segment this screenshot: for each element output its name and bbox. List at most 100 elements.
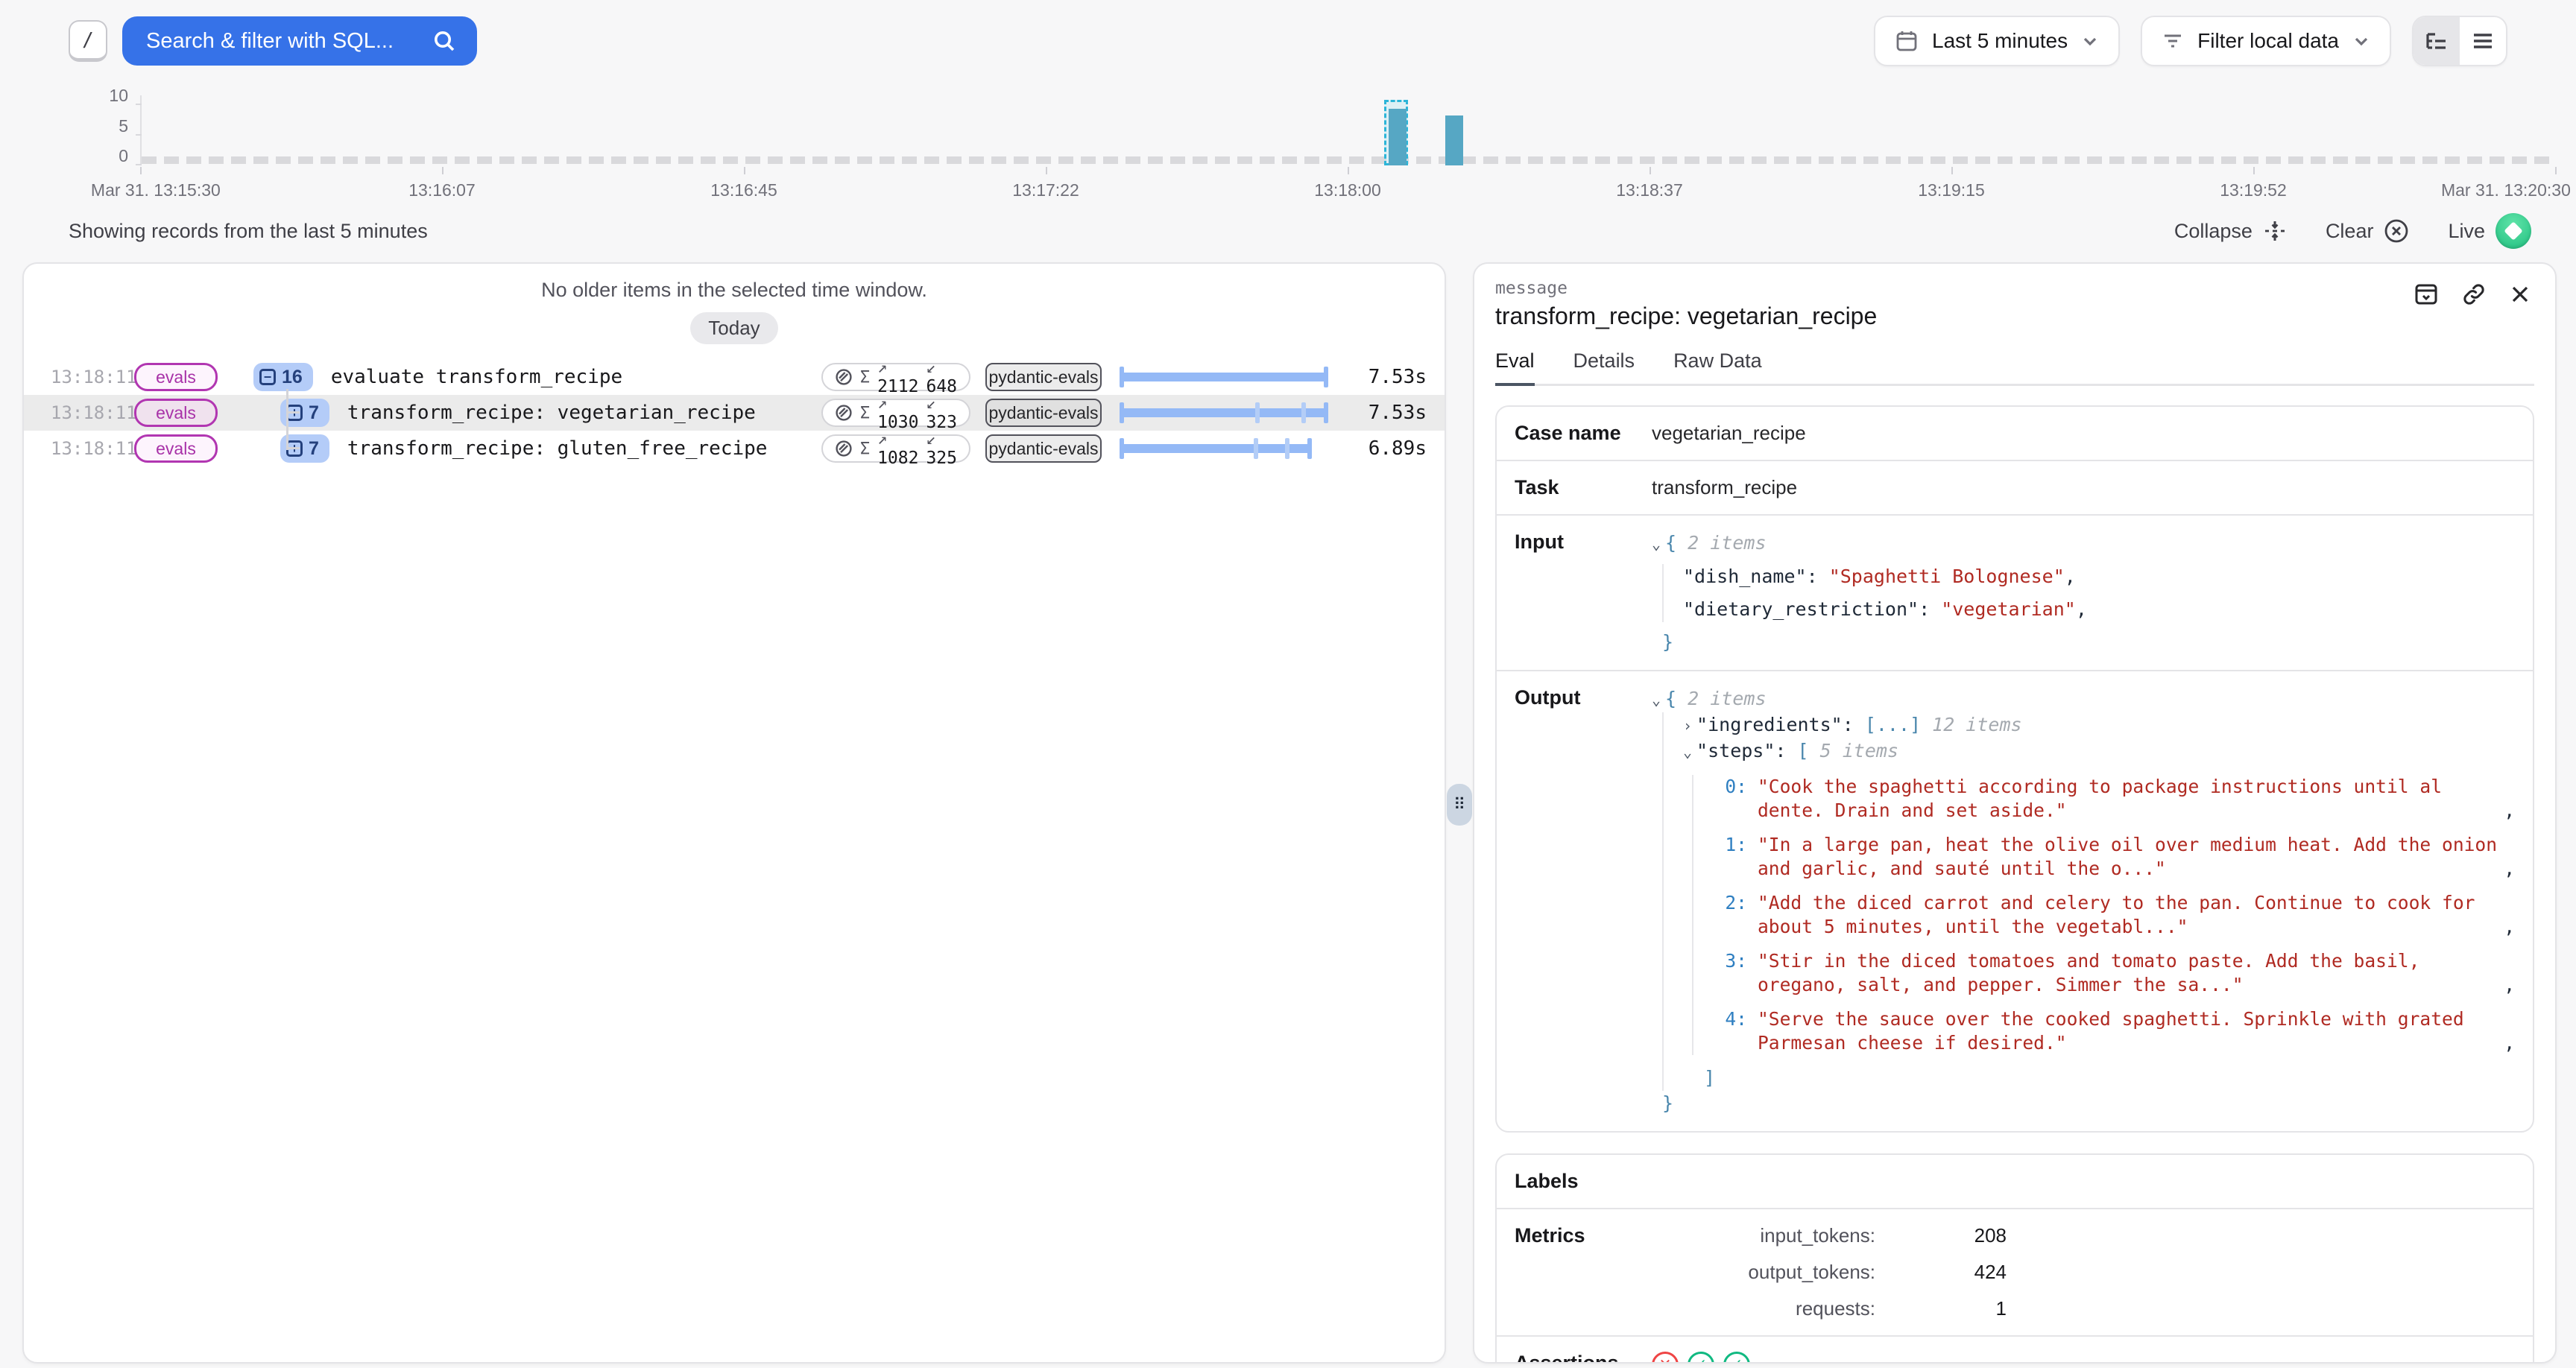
output-json-tree[interactable]: ⌄{ 2 items ›"ingredients": [...] 12 item… xyxy=(1652,686,2515,1116)
metric-name: requests: xyxy=(1652,1297,1875,1320)
tokens-icon xyxy=(835,440,853,457)
items-count-note: 5 items xyxy=(1820,740,1898,761)
tab-details[interactable]: Details xyxy=(1573,349,1635,386)
assertion-pass-icon[interactable]: ✓ xyxy=(1723,1352,1750,1364)
timeline-plot[interactable] xyxy=(140,95,2555,165)
span-name: evaluate transform_recipe xyxy=(331,366,622,388)
json-step-entry: 2:"Add the diced carrot and celery to th… xyxy=(1714,891,2515,939)
filter-local-data-dropdown[interactable]: Filter local data xyxy=(2141,16,2391,66)
collapse-children-badge[interactable]: − 16 xyxy=(253,363,313,391)
json-value: "vegetarian" xyxy=(1941,598,2076,620)
assertions-label: Assertions xyxy=(1515,1352,1652,1364)
scope-badge: evals xyxy=(134,434,218,463)
x-tick-label: 13:18:37 xyxy=(1616,180,1683,200)
trace-row-gluten-free-recipe[interactable]: 13:18:11 evals + 7 transform_recipe: glu… xyxy=(24,431,1445,466)
assertion-fail-icon[interactable]: ✕ xyxy=(1652,1352,1679,1364)
case-name-value: vegetarian_recipe xyxy=(1652,422,2515,445)
sigma-icon: Σ xyxy=(860,368,870,387)
tree-view-button[interactable] xyxy=(2414,17,2460,65)
span-duration: 7.53s xyxy=(1340,402,1427,424)
drag-handle-icon[interactable]: ⠿ xyxy=(1447,784,1472,826)
metric-value: 208 xyxy=(1875,1224,2007,1247)
y-tick-label: 0 xyxy=(0,147,128,165)
live-indicator-icon xyxy=(2496,213,2531,249)
received-arrow-icon: ↙ xyxy=(926,358,957,377)
record-kind: message xyxy=(1495,279,2534,298)
clear-button[interactable]: Clear xyxy=(2326,218,2410,244)
metrics-grid: input_tokens:208output_tokens:424request… xyxy=(1652,1224,2515,1320)
flat-list-view-button[interactable] xyxy=(2460,17,2506,65)
token-usage-pill: Σ ↗1082 ↙325 xyxy=(821,434,970,463)
metric-value: 424 xyxy=(1875,1261,2007,1284)
live-toggle-button[interactable]: Live xyxy=(2448,213,2531,249)
chevron-down-icon xyxy=(2352,32,2370,50)
chevron-open-icon[interactable]: ⌄ xyxy=(1652,691,1661,709)
search-button[interactable]: Search & filter with SQL... xyxy=(122,16,477,66)
tree-connector xyxy=(286,447,300,449)
chevron-open-icon[interactable]: ⌄ xyxy=(1683,743,1692,761)
open-brace: { xyxy=(1665,688,1676,709)
tab-eval[interactable]: Eval xyxy=(1495,349,1535,386)
sent-arrow-icon: ↗ xyxy=(877,394,918,413)
timeline-bar[interactable] xyxy=(1445,115,1463,165)
token-usage-pill: Σ ↗2112 ↙648 xyxy=(821,363,970,391)
sigma-icon: Σ xyxy=(860,404,870,422)
received-arrow-icon: ↙ xyxy=(926,430,957,449)
dock-panel-button[interactable] xyxy=(2414,282,2439,307)
collapse-button[interactable]: Collapse xyxy=(2174,219,2287,243)
assertion-pass-icon[interactable]: ✓ xyxy=(1688,1352,1714,1364)
tokens-sent: 1082 xyxy=(877,449,918,468)
child-count: 7 xyxy=(309,402,319,424)
clear-label: Clear xyxy=(2326,220,2374,243)
x-tick-label: 13:16:45 xyxy=(710,180,777,200)
json-key: "dietary_restriction": xyxy=(1683,598,1930,620)
calendar-icon xyxy=(1895,29,1919,53)
metrics-row: Metrics input_tokens:208output_tokens:42… xyxy=(1497,1208,2533,1335)
task-label: Task xyxy=(1515,476,1652,499)
timeline-bar[interactable] xyxy=(1389,109,1407,165)
panel-splitter[interactable]: ⠿ xyxy=(1446,262,1473,1364)
service-tag: pydantic-evals xyxy=(985,399,1102,427)
json-key: "steps": xyxy=(1696,740,1786,761)
top-bar: / Search & filter with SQL... Last 5 min… xyxy=(0,0,2576,82)
tree-view-icon xyxy=(2425,29,2449,53)
records-timeline-chart[interactable]: 1050 Mar 31. 13:15:3013:16:0713:16:4513:… xyxy=(0,86,2576,206)
open-brace: { xyxy=(1665,532,1676,554)
sent-arrow-icon: ↗ xyxy=(877,430,918,449)
comma: , xyxy=(2065,566,2076,587)
output-row: Output ⌄{ 2 items ›"ingredients": [...] … xyxy=(1497,670,2533,1131)
collapse-label: Collapse xyxy=(2174,220,2253,243)
metric-name: output_tokens: xyxy=(1652,1261,1875,1284)
trace-rows: 13:18:11 evals − 16 evaluate transform_r… xyxy=(24,359,1445,466)
time-range-dropdown[interactable]: Last 5 minutes xyxy=(1874,16,2120,66)
span-duration: 7.53s xyxy=(1340,366,1427,388)
status-bar: Showing records from the last 5 minutes … xyxy=(45,212,2531,250)
chevron-open-icon[interactable]: ⌄ xyxy=(1652,535,1661,553)
y-tick-label: 5 xyxy=(0,117,128,135)
row-timestamp: 13:18:11 xyxy=(51,402,122,423)
input-json-tree[interactable]: ⌄{ 2 items "dish_name": "Spaghetti Bolog… xyxy=(1652,531,2515,655)
x-tick-label: Mar 31. 13:15:30 xyxy=(91,180,221,200)
trace-row-evaluate-transform-recipe[interactable]: 13:18:11 evals − 16 evaluate transform_r… xyxy=(24,359,1445,395)
eval-results-table: Labels Metrics input_tokens:208output_to… xyxy=(1495,1153,2534,1364)
tab-raw-data[interactable]: Raw Data xyxy=(1673,349,1762,386)
json-value: "Spaghetti Bolognese" xyxy=(1829,566,2065,587)
case-name-label: Case name xyxy=(1515,422,1652,445)
tree-connector xyxy=(286,411,300,414)
trace-list-panel: No older items in the selected time wind… xyxy=(22,262,1446,1364)
chevron-closed-icon[interactable]: › xyxy=(1683,717,1692,735)
case-name-row: Case name vegetarian_recipe xyxy=(1497,407,2533,460)
collapsed-array[interactable]: [...] xyxy=(1865,714,1921,735)
json-step-entry: 0:"Cook the spaghetti according to packa… xyxy=(1714,775,2515,823)
span-duration-bar xyxy=(1120,437,1328,460)
logfire-live-view: / Search & filter with SQL... Last 5 min… xyxy=(0,0,2576,1368)
items-count-note: 2 items xyxy=(1688,532,1766,554)
service-tag: pydantic-evals xyxy=(985,434,1102,463)
json-step-entry: 4:"Serve the sauce over the cooked spagh… xyxy=(1714,1007,2515,1055)
date-pill: Today xyxy=(690,312,777,344)
copy-link-button[interactable] xyxy=(2461,282,2487,307)
input-label: Input xyxy=(1515,531,1652,554)
trace-row-vegetarian-recipe[interactable]: 13:18:11 evals + 7 transform_recipe: veg… xyxy=(24,395,1445,431)
close-panel-button[interactable] xyxy=(2509,282,2531,307)
json-key: "dish_name": xyxy=(1683,566,1818,587)
